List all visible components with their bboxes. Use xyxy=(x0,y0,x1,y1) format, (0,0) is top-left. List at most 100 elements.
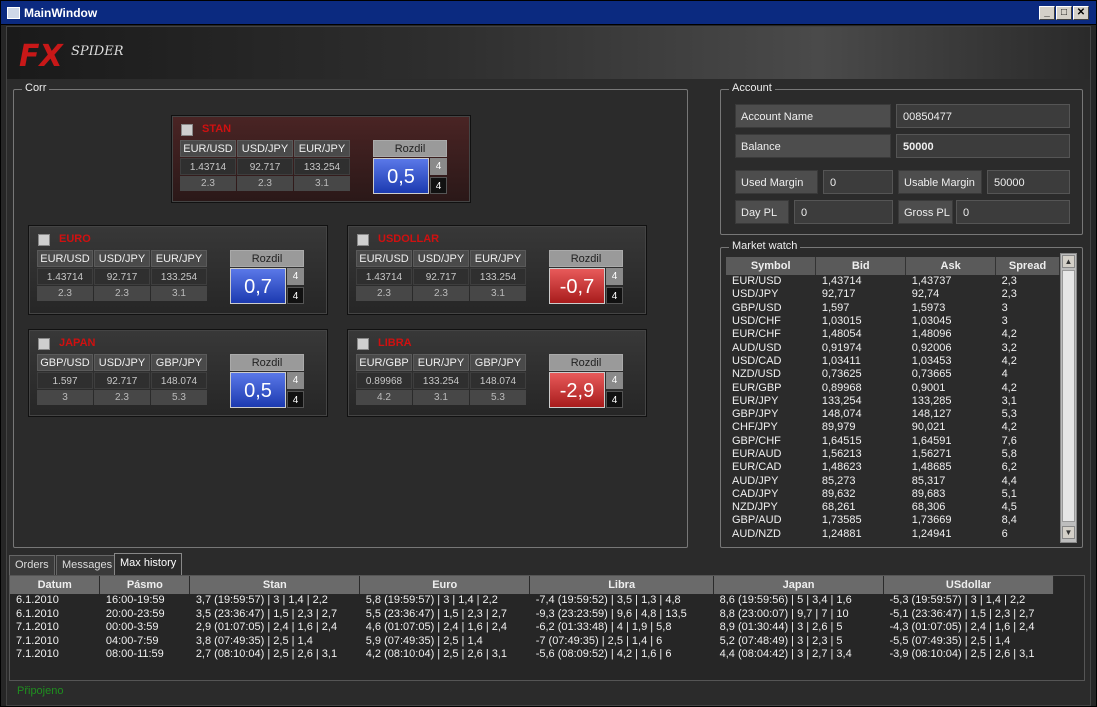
market-cell: 0,9001 xyxy=(911,381,946,394)
tab-orders[interactable]: Orders xyxy=(9,555,55,575)
history-header[interactable]: Stan xyxy=(189,576,361,594)
pair-price: 1.597 xyxy=(37,372,93,389)
market-cell: 4,4 xyxy=(1001,474,1017,487)
market-cell: USD/CHF xyxy=(732,315,781,328)
market-cell: 133,285 xyxy=(911,394,952,407)
tab-messages[interactable]: Messages xyxy=(56,555,119,575)
history-cell: 8,9 (01:30:44) | 3 | 2,6 | 5 xyxy=(719,621,843,634)
history-header[interactable]: Euro xyxy=(359,576,531,594)
market-row[interactable]: NZD/JPY 68,261 68,306 4,5 xyxy=(726,501,1060,514)
history-cell: 7.1.2010 xyxy=(16,621,59,634)
rozdil-box: Rozdil 0,5 4 4 xyxy=(230,354,304,408)
corr-panel-checkbox[interactable] xyxy=(357,234,369,246)
minimize-button[interactable]: _ xyxy=(1039,6,1055,20)
scroll-up-icon[interactable]: ▲ xyxy=(1062,255,1075,268)
history-cell: 7.1.2010 xyxy=(16,648,59,661)
tab-max-history[interactable]: Max history xyxy=(114,553,183,575)
market-cell: GBP/JPY xyxy=(732,408,779,421)
pair-symbol: EUR/JPY xyxy=(413,354,469,371)
title-bar[interactable]: MainWindow _ □ ✕ xyxy=(1,1,1096,25)
market-cell: 0,89968 xyxy=(821,381,862,394)
pair-spread: 2.3 xyxy=(356,286,412,301)
market-row[interactable]: CAD/JPY 89,632 89,683 5,1 xyxy=(726,488,1060,501)
market-row[interactable]: GBP/USD 1,597 1,5973 3 xyxy=(726,302,1060,315)
market-row[interactable]: EUR/CAD 1,48623 1,48685 6,2 xyxy=(726,461,1060,474)
market-row[interactable]: GBP/AUD 1,73585 1,73669 8,4 xyxy=(726,514,1060,527)
market-cell: 3,2 xyxy=(1001,341,1017,354)
market-row[interactable]: USD/JPY 92,717 92,74 2,3 xyxy=(726,288,1060,301)
corr-panel-stan: STAN EUR/USD 1.43714 2.3 USD/JPY 92.717 … xyxy=(171,115,471,203)
rozdil-stat-1: 4 xyxy=(430,158,447,175)
market-row[interactable]: EUR/CHF 1,48054 1,48096 4,2 xyxy=(726,328,1060,341)
logo-spider: SPIDER xyxy=(71,44,124,59)
corr-panel-euro: EURO EUR/USD 1.43714 2.3 USD/JPY 92.717 … xyxy=(28,225,328,315)
market-header-bid[interactable]: Bid xyxy=(815,257,907,275)
market-cell: 5,3 xyxy=(1001,408,1017,421)
market-row[interactable]: EUR/GBP 0,89968 0,9001 4,2 xyxy=(726,381,1060,394)
market-row[interactable]: NZD/USD 0,73625 0,73665 4 xyxy=(726,368,1060,381)
maximize-button[interactable]: □ xyxy=(1056,6,1072,20)
history-cell: 3,8 (07:49:35) | 2,5 | 1,4 xyxy=(195,634,313,647)
market-row[interactable]: AUD/JPY 85,273 85,317 4,4 xyxy=(726,474,1060,487)
history-cell: 08:00-11:59 xyxy=(105,648,164,661)
market-row[interactable]: USD/CHF 1,03015 1,03045 3 xyxy=(726,315,1060,328)
scroll-down-icon[interactable]: ▼ xyxy=(1062,526,1075,539)
pair-price: 92.717 xyxy=(413,268,469,285)
history-header[interactable]: Japan xyxy=(713,576,885,594)
market-cell: EUR/CAD xyxy=(732,461,782,474)
market-cell: 92,717 xyxy=(821,288,856,301)
market-row[interactable]: EUR/JPY 133,254 133,285 3,1 xyxy=(726,395,1060,408)
market-row[interactable]: AUD/NZD 1,24881 1,24941 6 xyxy=(726,528,1060,541)
market-row[interactable]: GBP/CHF 1,64515 1,64591 7,6 xyxy=(726,435,1060,448)
history-header[interactable]: Libra xyxy=(529,576,715,594)
rozdil-stat-2: 4 xyxy=(287,391,304,408)
history-cell: 8,6 (19:59:56) | 5 | 3,4 | 1,6 xyxy=(719,594,852,607)
market-row[interactable]: EUR/USD 1,43714 1,43737 2,3 xyxy=(726,275,1060,288)
close-button[interactable]: ✕ xyxy=(1073,6,1089,20)
window-icon xyxy=(7,7,20,19)
corr-title: Corr xyxy=(22,82,50,94)
market-header-ask[interactable]: Ask xyxy=(905,257,997,275)
corr-panel-checkbox[interactable] xyxy=(38,234,50,246)
history-cell: 3,5 (23:36:47) | 1,5 | 2,3 | 2,7 xyxy=(195,607,338,620)
history-row[interactable]: 7.1.2010 00:00-3:59 2,9 (01:07:05) | 2,4 |… xyxy=(10,621,1054,635)
pair-column: EUR/JPY 133.254 3.1 xyxy=(470,250,526,301)
history-row[interactable]: 6.1.2010 20:00-23:59 3,5 (23:36:47) | 1,5 … xyxy=(10,608,1054,622)
corr-panel-checkbox[interactable] xyxy=(357,338,369,350)
market-cell: NZD/USD xyxy=(732,368,781,381)
corr-panel-checkbox[interactable] xyxy=(181,124,193,136)
market-row[interactable]: GBP/JPY 148,074 148,127 5,3 xyxy=(726,408,1060,421)
rozdil-value: 0,5 xyxy=(230,372,286,408)
history-row[interactable]: 7.1.2010 08:00-11:59 2,7 (08:10:04) | 2,5 … xyxy=(10,648,1054,662)
pair-spread: 4.2 xyxy=(356,390,412,405)
market-cell: GBP/CHF xyxy=(732,434,781,447)
history-cell: 6.1.2010 xyxy=(16,594,59,607)
history-header[interactable]: Pásmo xyxy=(99,576,191,594)
pair-column: EUR/GBP 0.89968 4.2 xyxy=(356,354,412,405)
history-row[interactable]: 7.1.2010 04:00-7:59 3,8 (07:49:35) | 2,5 |… xyxy=(10,635,1054,649)
corr-panel-name: USDOLLAR xyxy=(378,233,440,245)
market-cell: 4,2 xyxy=(1001,328,1017,341)
market-watch-scrollbar[interactable]: ▲ ▼ xyxy=(1060,253,1077,543)
history-header[interactable]: USdollar xyxy=(883,576,1054,594)
market-cell: CHF/JPY xyxy=(732,421,778,434)
history-cell: -6,2 (01:33:48) | 4 | 1,9 | 5,8 xyxy=(535,621,672,634)
scroll-thumb[interactable] xyxy=(1062,270,1075,522)
pair-price: 92.717 xyxy=(237,158,293,175)
corr-panel-checkbox[interactable] xyxy=(38,338,50,350)
market-cell: 148,127 xyxy=(911,408,952,421)
history-row[interactable]: 6.1.2010 16:00-19:59 3,7 (19:59:57) | 3 | … xyxy=(10,594,1054,608)
market-row[interactable]: EUR/AUD 1,56213 1,56271 5,8 xyxy=(726,448,1060,461)
max-history-table[interactable]: Datum Pásmo Stan Euro Libra Japan USdollar 6.1… xyxy=(9,575,1085,681)
market-row[interactable]: CHF/JPY 89,979 90,021 4,2 xyxy=(726,421,1060,434)
market-cell: CAD/JPY xyxy=(732,487,779,500)
market-cell: 1,48096 xyxy=(911,328,952,341)
market-row[interactable]: USD/CAD 1,03411 1,03453 4,2 xyxy=(726,355,1060,368)
market-watch-table[interactable]: Symbol Bid Ask Spread EUR/USD 1,43714 1,43737… xyxy=(726,257,1060,543)
history-header[interactable]: Datum xyxy=(10,576,101,594)
market-row[interactable]: AUD/USD 0,91974 0,92006 3,2 xyxy=(726,341,1060,354)
market-header-spread[interactable]: Spread xyxy=(995,257,1060,275)
market-header-symbol[interactable]: Symbol xyxy=(726,257,817,275)
pair-price: 0.89968 xyxy=(356,372,412,389)
market-cell: 1,73669 xyxy=(911,514,952,527)
